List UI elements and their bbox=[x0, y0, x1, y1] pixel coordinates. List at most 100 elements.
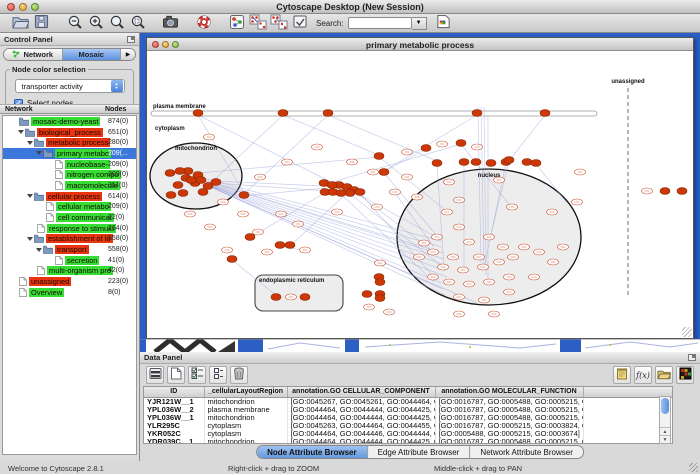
tree-row[interactable]: nitrogen compo209(0) bbox=[3, 169, 136, 180]
attribute-batch-button[interactable] bbox=[268, 14, 289, 32]
tree-row[interactable]: Overview8(0) bbox=[3, 287, 136, 298]
annotation-button[interactable] bbox=[289, 14, 310, 32]
region-plasma-membrane[interactable] bbox=[151, 111, 597, 116]
table-column-header[interactable]: _cellularLayoutRegion bbox=[204, 387, 287, 397]
graph-node[interactable] bbox=[193, 110, 203, 117]
tree-expand-icon[interactable] bbox=[26, 194, 34, 198]
table-row[interactable]: YPL036W__2plasma membrane[GO:0044464, GO… bbox=[144, 406, 672, 414]
attribute-mapper-button[interactable] bbox=[247, 14, 268, 32]
tree-expand-icon[interactable] bbox=[17, 130, 25, 134]
graph-node[interactable] bbox=[504, 157, 514, 164]
graph-node[interactable] bbox=[432, 160, 442, 167]
graph-node[interactable] bbox=[165, 170, 175, 177]
delete-attribute-button[interactable] bbox=[230, 366, 248, 384]
graph-node[interactable] bbox=[186, 177, 196, 184]
graph-node[interactable] bbox=[486, 160, 496, 167]
graph-node[interactable] bbox=[196, 177, 206, 184]
save-session-button[interactable] bbox=[31, 14, 52, 32]
tree-row[interactable]: response to stimulu264(0) bbox=[3, 223, 136, 234]
table-column-header[interactable]: ID bbox=[144, 387, 204, 397]
graph-node[interactable] bbox=[471, 159, 481, 166]
table-column-header[interactable]: annotation.GO CELLULAR_COMPONENT bbox=[287, 387, 435, 397]
graph-node[interactable] bbox=[375, 279, 385, 286]
zoom-selected-button[interactable] bbox=[127, 14, 148, 32]
table-row[interactable]: YDR039C__1mitochondrion[GO:0044464, GO:0… bbox=[144, 438, 672, 445]
graph-node[interactable] bbox=[245, 234, 255, 241]
scrollbar-thumb[interactable] bbox=[661, 398, 669, 414]
search-dropdown-button[interactable]: ▼ bbox=[412, 17, 427, 30]
help-button[interactable] bbox=[193, 14, 214, 32]
table-row[interactable]: YJR121W__1mitochondrion[GO:0045267, GO:0… bbox=[144, 397, 672, 406]
tree-expand-icon[interactable] bbox=[35, 151, 43, 155]
import-attributes-button[interactable] bbox=[655, 366, 673, 384]
table-scrollbar[interactable]: ▲ ▼ bbox=[659, 396, 671, 444]
formula-button[interactable]: f(x) bbox=[634, 366, 652, 384]
float-panel-icon[interactable] bbox=[127, 36, 135, 43]
graph-node[interactable] bbox=[355, 189, 365, 196]
graph-node[interactable] bbox=[166, 192, 176, 199]
graph-node[interactable] bbox=[178, 190, 188, 197]
attribute-table[interactable]: ID_cellularLayoutRegionannotation.GO CEL… bbox=[144, 387, 673, 444]
tree-row[interactable]: mosaic-demo-yeast874(0) bbox=[3, 116, 136, 127]
attribute-grid-button[interactable] bbox=[146, 366, 164, 384]
graph-node[interactable] bbox=[278, 110, 288, 117]
tree-row[interactable]: primary metabo209(... bbox=[3, 148, 136, 159]
graph-node[interactable] bbox=[522, 159, 532, 166]
graph-node[interactable] bbox=[362, 291, 372, 298]
node-color-dropdown[interactable]: transporter activity ▲▼ bbox=[15, 79, 125, 93]
zoom-fit-button[interactable] bbox=[106, 14, 127, 32]
graph-node[interactable] bbox=[456, 140, 466, 147]
tree-row[interactable]: cell communicat22(0) bbox=[3, 212, 136, 223]
graph-node[interactable] bbox=[285, 242, 295, 249]
graph-node[interactable] bbox=[336, 190, 346, 197]
network-window-titlebar[interactable]: primary metabolic process bbox=[147, 38, 693, 51]
tree-row[interactable]: unassigned223(0) bbox=[3, 276, 136, 287]
graph-node[interactable] bbox=[531, 160, 541, 167]
graph-node[interactable] bbox=[660, 188, 670, 195]
tree-row[interactable]: biological_process651(0) bbox=[3, 127, 136, 138]
graph-node[interactable] bbox=[374, 153, 384, 160]
graph-node[interactable] bbox=[175, 168, 185, 175]
graph-node[interactable] bbox=[300, 294, 310, 301]
tab-network-attribute-browser[interactable]: Network Attribute Browser bbox=[470, 446, 582, 458]
scroll-up-icon[interactable]: ▲ bbox=[660, 427, 670, 435]
graph-node[interactable] bbox=[203, 183, 213, 190]
graph-node[interactable] bbox=[323, 110, 333, 117]
scroll-down-icon[interactable]: ▼ bbox=[660, 435, 670, 443]
tree-row[interactable]: multi-organism pro42(0) bbox=[3, 266, 136, 277]
select-attributes-button[interactable] bbox=[188, 366, 206, 384]
graph-node[interactable] bbox=[345, 190, 355, 197]
network-graph[interactable]: plasma membranecytoplasmmitochondrionnuc… bbox=[147, 51, 693, 338]
tree-row[interactable]: transport558(0) bbox=[3, 244, 136, 255]
tree-row[interactable]: cellular process614(0) bbox=[3, 191, 136, 202]
graph-node[interactable] bbox=[540, 110, 550, 117]
tree-expand-icon[interactable] bbox=[26, 237, 34, 241]
network-canvas[interactable]: plasma membranecytoplasmmitochondrionnuc… bbox=[147, 51, 693, 338]
open-session-button[interactable] bbox=[10, 14, 31, 32]
tab-network[interactable]: Network bbox=[4, 49, 63, 60]
tab-edge-attribute-browser[interactable]: Edge Attribute Browser bbox=[368, 446, 471, 458]
graph-node[interactable] bbox=[459, 159, 469, 166]
tree-expand-icon[interactable] bbox=[26, 141, 34, 145]
snapshot-button[interactable] bbox=[160, 14, 181, 32]
tab-mosaic[interactable]: Mosaic bbox=[63, 49, 122, 60]
graph-node[interactable] bbox=[421, 145, 431, 152]
tabs-overflow-button[interactable]: ▶ bbox=[121, 49, 135, 60]
tree-row[interactable]: secretion41(0) bbox=[3, 255, 136, 266]
graph-node[interactable] bbox=[375, 295, 385, 302]
float-data-panel-icon[interactable] bbox=[688, 354, 696, 361]
tree-row[interactable]: macromolecule311(0) bbox=[3, 180, 136, 191]
graph-node[interactable] bbox=[227, 256, 237, 263]
graph-node[interactable] bbox=[275, 242, 285, 249]
notes-button[interactable] bbox=[613, 366, 631, 384]
table-row[interactable]: YLR295Ccytoplasm[GO:0045263, GO:0044464,… bbox=[144, 422, 672, 430]
tree-row[interactable]: cellular metabo209(0) bbox=[3, 202, 136, 213]
table-column-header[interactable]: annotation.GO MOLECULAR_FUNCTION bbox=[435, 387, 583, 397]
graph-node[interactable] bbox=[173, 182, 183, 189]
zoom-out-button[interactable] bbox=[64, 14, 85, 32]
tree-row[interactable]: establishment of lo558(0) bbox=[3, 234, 136, 245]
import-table-button[interactable] bbox=[433, 14, 454, 32]
table-row[interactable]: YPL036W__1mitochondrion[GO:0044464, GO:0… bbox=[144, 414, 672, 422]
layout-button[interactable] bbox=[226, 14, 247, 32]
search-input[interactable] bbox=[348, 17, 412, 29]
